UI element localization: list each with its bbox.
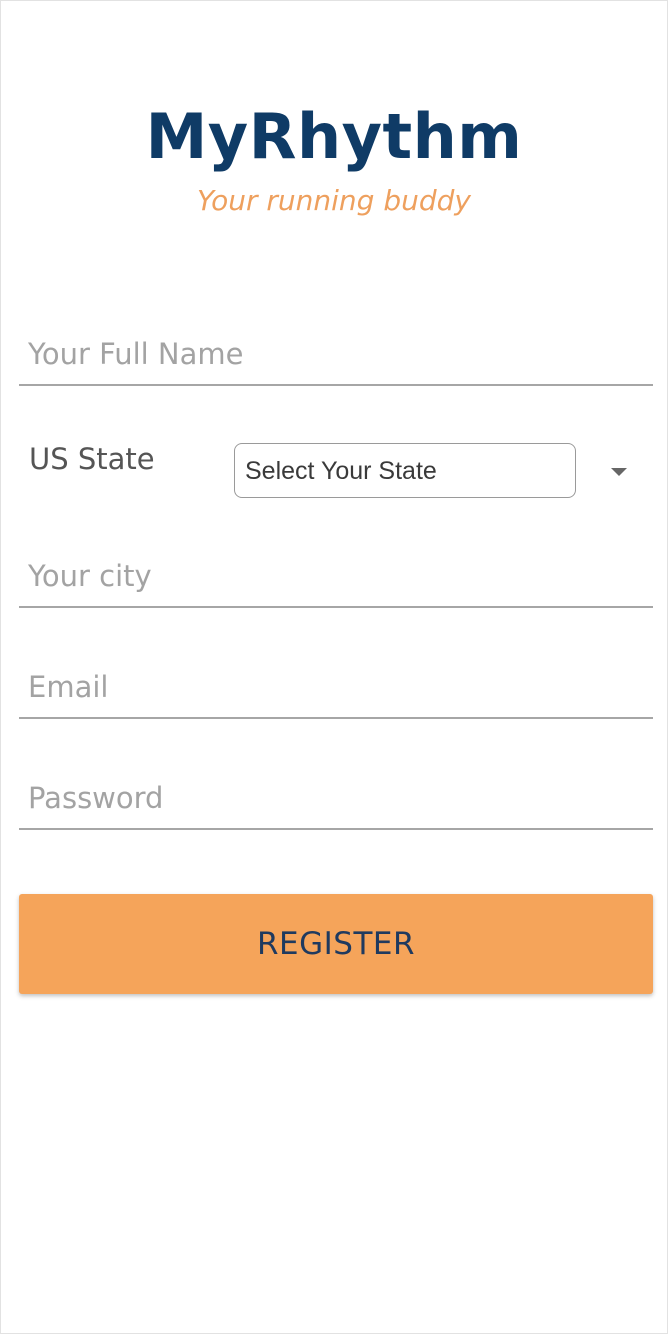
- state-label: US State: [29, 442, 155, 476]
- city-input[interactable]: [19, 554, 653, 598]
- register-button[interactable]: REGISTER: [19, 894, 653, 994]
- app-title: MyRhythm: [145, 100, 523, 173]
- city-field: [19, 546, 653, 608]
- state-select[interactable]: Select Your State: [234, 443, 576, 498]
- app-tagline: Your running buddy: [197, 184, 471, 217]
- caret-down-icon[interactable]: [611, 468, 627, 476]
- email-input[interactable]: [19, 665, 653, 709]
- full-name-field: [19, 324, 653, 386]
- email-field: [19, 657, 653, 719]
- brand-header: MyRhythm Your running buddy: [1, 97, 667, 221]
- password-input[interactable]: [19, 776, 653, 820]
- password-field: [19, 768, 653, 830]
- state-select-value: Select Your State: [245, 457, 437, 485]
- state-row: US State Select Your State: [19, 437, 653, 507]
- register-screen: MyRhythm Your running buddy US State Sel…: [0, 0, 668, 1334]
- full-name-input[interactable]: [19, 332, 653, 376]
